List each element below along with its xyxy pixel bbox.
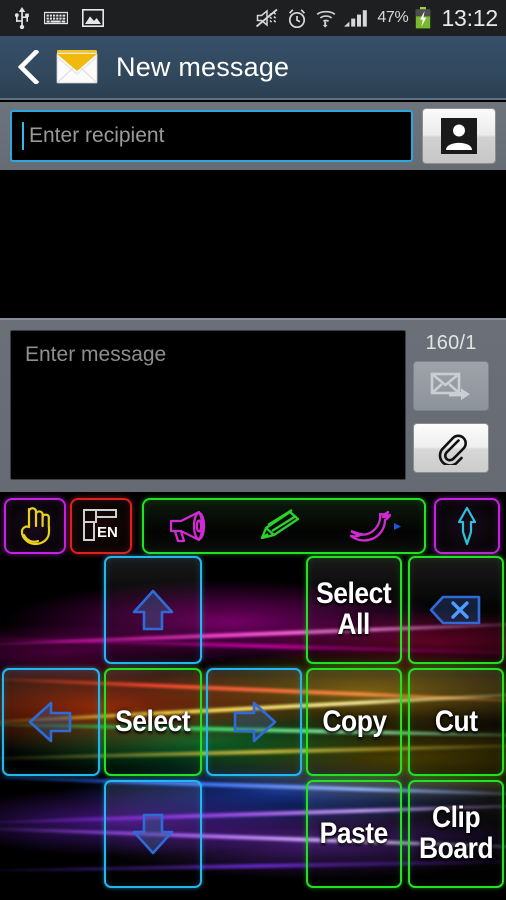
key-arrow-right[interactable] xyxy=(206,668,302,776)
key-copy-label: Copy xyxy=(321,704,387,738)
key-cut[interactable]: Cut xyxy=(408,668,504,776)
key-clipboard[interactable]: Clip Board xyxy=(408,780,504,888)
edit-keyboard: EN Select All Select Copy Cut Paste Clip… xyxy=(0,492,506,900)
arrow-up-icon xyxy=(132,589,174,631)
key-arrow-up[interactable] xyxy=(104,556,202,664)
char-counter: 160/1 xyxy=(425,332,477,354)
key-paste-label: Paste xyxy=(319,816,389,850)
battery-percent: 47% xyxy=(377,9,409,26)
usb-icon xyxy=(14,7,30,29)
signal-icon xyxy=(344,8,370,28)
key-cut-label: Cut xyxy=(434,704,478,738)
message-input[interactable]: Enter message xyxy=(10,330,406,480)
alarm-icon xyxy=(286,8,308,29)
contact-person-icon xyxy=(441,118,477,154)
key-select-label: Select xyxy=(115,704,191,738)
arrow-left-icon xyxy=(28,701,72,743)
paperclip-icon xyxy=(438,434,467,465)
key-select-all-label: Select All xyxy=(316,577,392,641)
back-button[interactable] xyxy=(10,45,48,89)
wifi-icon xyxy=(315,8,337,28)
status-bar: 47% 13:12 xyxy=(0,0,506,36)
message-composer: Enter message 160/1 xyxy=(0,318,506,492)
key-select-all[interactable]: Select All xyxy=(306,556,402,664)
key-paste[interactable]: Paste xyxy=(306,780,402,888)
back-chevron-icon xyxy=(18,50,40,84)
key-clipboard-label: Clip Board xyxy=(418,801,494,865)
composer-actions: 160/1 xyxy=(406,330,496,482)
keyboard-icon xyxy=(44,10,68,26)
envelope-icon xyxy=(50,45,104,89)
page-title: New message xyxy=(116,51,290,82)
arrow-down-icon xyxy=(132,813,174,855)
android-messaging-screen: 47% 13:12 New message Enter recipient En… xyxy=(0,0,506,900)
image-icon xyxy=(82,9,104,27)
battery-charging-icon xyxy=(415,7,431,29)
contacts-button[interactable] xyxy=(422,108,496,164)
recipient-placeholder: Enter recipient xyxy=(29,124,165,147)
clock: 13:12 xyxy=(441,4,498,31)
action-bar: New message xyxy=(0,36,506,100)
send-button[interactable] xyxy=(413,361,489,411)
status-bar-right-icons: 47% 13:12 xyxy=(255,4,498,31)
recipient-bar: Enter recipient xyxy=(0,102,506,170)
keyboard-keys: Select All Select Copy Cut Paste Clip Bo… xyxy=(0,492,506,900)
mute-vibrate-icon xyxy=(255,8,279,28)
key-select[interactable]: Select xyxy=(104,668,202,776)
status-bar-left-icons xyxy=(14,7,104,29)
recipient-input[interactable]: Enter recipient xyxy=(10,110,413,162)
message-placeholder: Enter message xyxy=(25,343,167,366)
key-backspace[interactable] xyxy=(408,556,504,664)
backspace-delete-icon xyxy=(429,595,481,625)
key-arrow-left[interactable] xyxy=(2,668,100,776)
conversation-area xyxy=(0,170,506,318)
attach-button[interactable] xyxy=(413,423,489,473)
key-copy[interactable]: Copy xyxy=(306,668,402,776)
arrow-right-icon xyxy=(233,701,277,743)
send-message-icon xyxy=(430,372,470,400)
key-arrow-down[interactable] xyxy=(104,780,202,888)
text-caret xyxy=(22,122,24,150)
